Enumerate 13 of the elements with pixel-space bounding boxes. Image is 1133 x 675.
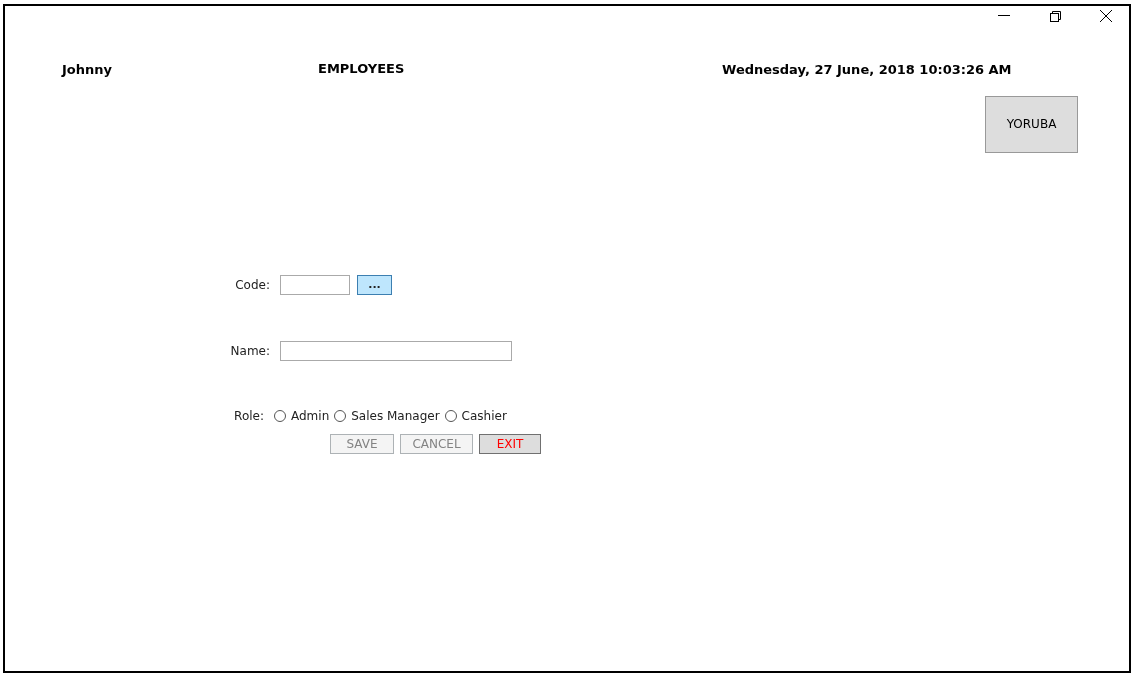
code-field[interactable] — [280, 274, 350, 295]
radio-label[interactable]: Cashier — [461, 406, 507, 425]
name-label: Name: — [229, 342, 271, 360]
radio-label[interactable]: Sales Manager — [351, 406, 440, 425]
language-button[interactable]: YORUBA — [985, 95, 1078, 153]
name-field[interactable] — [280, 340, 512, 361]
user-name: Johnny — [62, 61, 113, 79]
page-title: EMPLOYEES — [318, 59, 406, 78]
role-label: Role: — [233, 407, 265, 425]
radio-label[interactable]: Admin — [291, 406, 330, 425]
code-label: Code: — [234, 276, 271, 294]
browse-button[interactable]: ... — [357, 274, 392, 295]
date-time: Wednesday, 27 June, 2018 10:03:26 AM — [722, 61, 1012, 79]
